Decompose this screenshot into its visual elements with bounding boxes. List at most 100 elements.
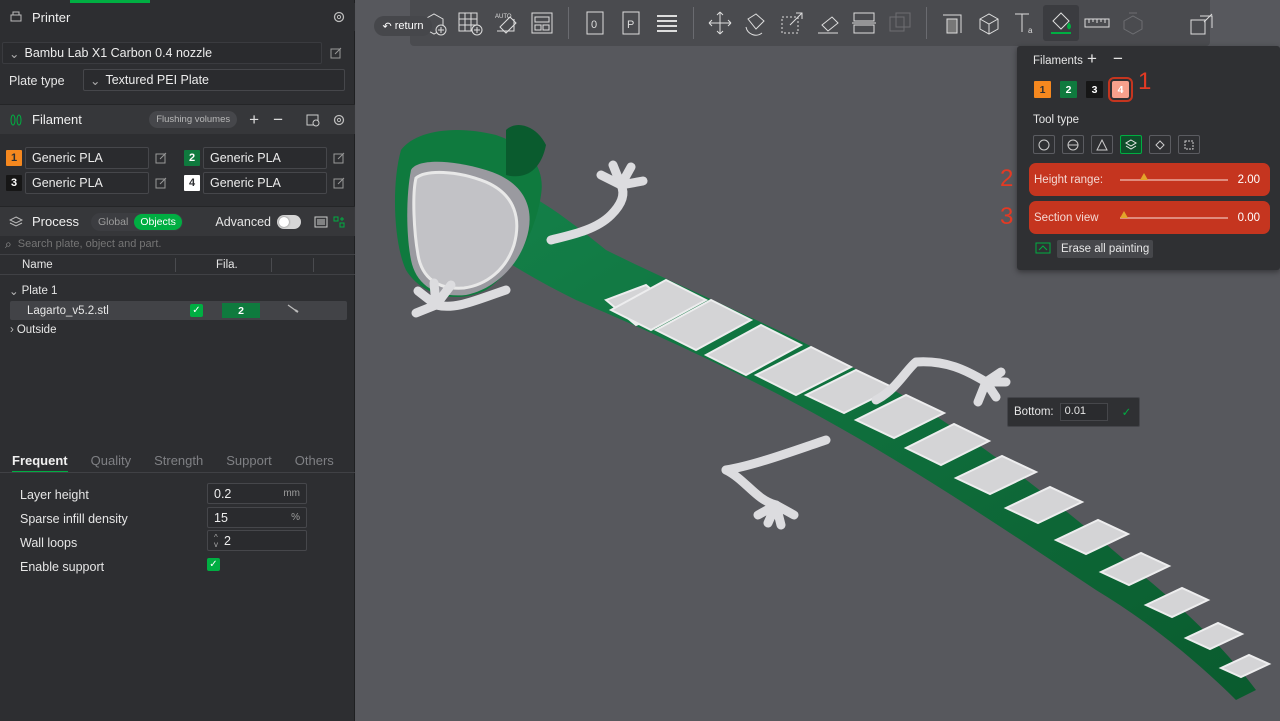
filaments-label: Filaments <box>1033 55 1083 67</box>
return-button[interactable]: ↶ return <box>374 16 432 36</box>
printer-section-header[interactable]: Printer <box>0 3 355 31</box>
object-tree-item[interactable]: Lagarto_v5.2.stl ✓ 2 <box>10 301 347 320</box>
paint-brush-icon[interactable] <box>287 304 299 317</box>
fill-tool-icon[interactable] <box>1149 135 1171 154</box>
edit-filament-icon[interactable] <box>153 175 169 191</box>
object-visible-checkbox[interactable]: ✓ <box>190 304 203 317</box>
objects-option[interactable]: Objects <box>134 213 182 230</box>
gap-fill-tool-icon[interactable] <box>1178 135 1200 154</box>
text-tool-icon[interactable]: a <box>1007 5 1043 41</box>
tab-frequent[interactable]: Frequent <box>12 453 68 473</box>
search-input[interactable] <box>17 238 338 250</box>
boolean-icon[interactable] <box>882 5 918 41</box>
edit-filament-icon[interactable] <box>331 175 347 191</box>
color-paint-icon[interactable] <box>1043 5 1079 41</box>
slider-thumb[interactable] <box>1140 172 1149 180</box>
layers-list-icon[interactable] <box>649 5 685 41</box>
arrange-icon[interactable] <box>524 5 560 41</box>
section-view-value[interactable]: 0.00 <box>1238 212 1260 224</box>
printer-model-select[interactable]: ⌄ Bambu Lab X1 Carbon 0.4 nozzle <box>2 42 322 64</box>
height-range-slider[interactable]: Height range: 2.00 <box>1029 163 1270 196</box>
circle-tool-icon[interactable] <box>1033 135 1055 154</box>
filament-slot-1[interactable]: 1 Generic PLA <box>6 147 169 169</box>
object-name: Lagarto_v5.2.stl <box>27 304 109 317</box>
plate-zero-icon[interactable]: 0 <box>577 5 613 41</box>
plate-p-icon[interactable]: P <box>613 5 649 41</box>
filament-swatch-4[interactable]: 4 <box>1108 77 1133 102</box>
section-view-slider[interactable]: Section view 0.00 <box>1029 201 1270 234</box>
scale-icon[interactable] <box>774 5 810 41</box>
auto-orient-icon[interactable]: AUTO <box>488 5 524 41</box>
bottom-value-input[interactable]: 0.01 <box>1059 403 1108 421</box>
tabs-divider <box>0 472 355 473</box>
sparse-infill-input[interactable]: 15 % <box>207 507 307 528</box>
printer-title: Printer <box>32 9 71 25</box>
edit-filament-icon[interactable] <box>153 150 169 166</box>
lay-on-face-icon[interactable] <box>810 5 846 41</box>
chevron-down-icon: ⌄ <box>9 286 19 298</box>
filament-swatch-1[interactable]: 1 <box>1034 81 1051 98</box>
process-section-header: Process Global Objects Advanced <box>0 206 355 236</box>
height-range-tool-icon[interactable] <box>1120 135 1142 154</box>
filament-settings-gear-icon[interactable] <box>331 112 347 128</box>
filament-spool-icon <box>8 112 24 128</box>
list-view-icon[interactable] <box>313 214 329 230</box>
3d-viewport[interactable]: ↶ return AUTO 0 P a Filaments + − 1 2 3 … <box>356 0 1280 721</box>
height-range-value[interactable]: 2.00 <box>1238 174 1260 186</box>
support-paint-icon[interactable] <box>935 5 971 41</box>
filament-slot-2[interactable]: 2 Generic PLA <box>184 147 347 169</box>
object-filament-badge[interactable]: 2 <box>222 303 260 318</box>
triangle-tool-icon[interactable] <box>1091 135 1113 154</box>
sphere-tool-icon[interactable] <box>1062 135 1084 154</box>
wall-loops-stepper[interactable]: ^ v 2 <box>207 530 307 551</box>
svg-text:P: P <box>627 19 634 31</box>
add-filament-icon[interactable]: + <box>1087 49 1097 69</box>
enable-support-checkbox[interactable]: ✓ <box>207 558 220 571</box>
flushing-volumes-button[interactable]: Flushing volumes <box>149 111 238 128</box>
assemble-icon[interactable] <box>1115 5 1151 41</box>
filament-swatch-3[interactable]: 3 <box>1086 81 1103 98</box>
edit-printer-icon[interactable] <box>328 45 344 61</box>
tab-support[interactable]: Support <box>226 453 272 468</box>
filament-slot-4[interactable]: 4 Generic PLA <box>184 172 347 194</box>
filament-column[interactable]: Fila. <box>216 259 238 271</box>
plate-tree-item[interactable]: ⌄ Plate 1 <box>9 284 57 298</box>
add-filament-icon[interactable]: + <box>249 110 259 130</box>
remove-filament-icon[interactable]: − <box>273 110 283 130</box>
filament-slot-name: Generic PLA <box>25 147 149 169</box>
name-column[interactable]: Name <box>22 259 53 271</box>
advanced-switch[interactable] <box>277 214 301 229</box>
global-option[interactable]: Global <box>92 214 134 230</box>
layer-height-input[interactable]: 0.2 mm <box>207 483 307 504</box>
section-view-track[interactable] <box>1120 210 1228 219</box>
move-icon[interactable] <box>702 5 738 41</box>
slider-thumb[interactable] <box>1120 210 1129 218</box>
tab-others[interactable]: Others <box>295 453 334 468</box>
measure-ruler-icon[interactable] <box>1079 5 1115 41</box>
erase-all-painting-button[interactable]: Erase all painting <box>1057 240 1154 258</box>
annotation-3: 3 <box>1000 203 1014 230</box>
edit-filament-icon[interactable] <box>331 150 347 166</box>
filament-slot-3[interactable]: 3 Generic PLA <box>6 172 169 194</box>
outside-tree-item[interactable]: › Outside <box>10 324 56 336</box>
search-bar[interactable]: ⌕ <box>5 236 350 252</box>
sync-filament-icon[interactable] <box>305 112 321 128</box>
plate-type-select[interactable]: ⌄ Textured PEI Plate <box>83 69 345 91</box>
rotate-icon[interactable] <box>738 5 774 41</box>
split-objects-icon[interactable] <box>1184 6 1220 42</box>
seam-paint-icon[interactable] <box>971 5 1007 41</box>
confirm-check-icon[interactable]: ✓ <box>1122 405 1132 419</box>
filament-slot-name: Generic PLA <box>203 147 327 169</box>
printer-settings-gear-icon[interactable] <box>331 9 347 25</box>
add-plate-icon[interactable] <box>452 5 488 41</box>
stepper-arrows-icon[interactable]: ^ v <box>214 533 218 548</box>
tab-strength[interactable]: Strength <box>154 453 203 468</box>
object-settings-icon[interactable] <box>331 214 347 230</box>
cut-icon[interactable] <box>846 5 882 41</box>
height-range-track[interactable] <box>1120 172 1228 181</box>
tab-quality[interactable]: Quality <box>91 453 131 468</box>
global-objects-toggle[interactable]: Global Objects <box>90 212 183 231</box>
filament-swatch-2[interactable]: 2 <box>1060 81 1077 98</box>
filament-slot-name: Generic PLA <box>203 172 327 194</box>
remove-filament-icon[interactable]: − <box>1113 49 1123 69</box>
